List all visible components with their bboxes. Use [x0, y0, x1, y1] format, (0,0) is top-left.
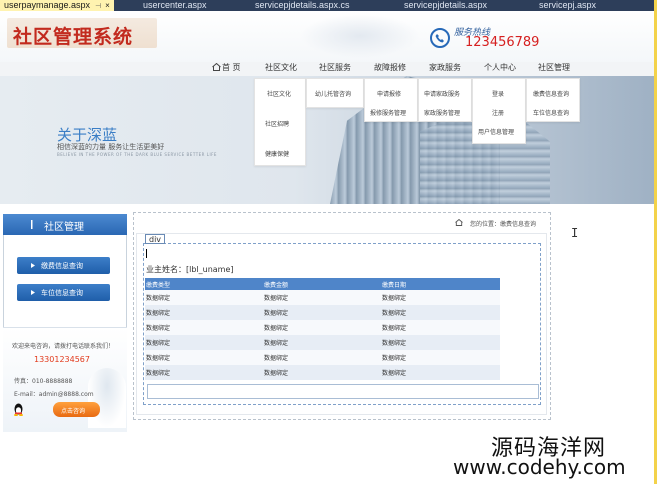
- text-caret: [146, 249, 147, 258]
- table-row: 数据绑定 数据绑定 数据绑定: [145, 305, 500, 320]
- dropdown-item[interactable]: 用户信息管理: [478, 127, 514, 136]
- ibeam-cursor-icon: I: [571, 226, 579, 240]
- editor-tab-label: servicepj.aspx: [539, 0, 597, 10]
- editor-tab-label: usercenter.aspx: [143, 0, 207, 10]
- banner-tagline: BELIEVE IN THE POWER OF THE DARK BLUE SE…: [57, 152, 217, 157]
- pin-icon[interactable]: ⊣: [95, 3, 101, 10]
- logo-text: 社区管理系统: [13, 26, 134, 48]
- editor-tab-servicepjdetails[interactable]: servicepjdetails.aspx: [400, 0, 491, 11]
- dropdown-item[interactable]: 社区招聘: [265, 119, 289, 128]
- editor-tab-servicepjdetails-cs[interactable]: servicepjdetails.aspx.cs: [251, 0, 354, 11]
- owner-name-label: 业主姓名：[lbl_uname]: [146, 265, 234, 274]
- table-row: 数据绑定 数据绑定 数据绑定: [145, 350, 500, 365]
- home-icon[interactable]: [212, 63, 221, 71]
- dropdown-item[interactable]: 车位信息查询: [533, 108, 569, 117]
- table-cell: 数据绑定: [381, 320, 500, 335]
- qq-icon[interactable]: [13, 403, 24, 416]
- dropdown-item[interactable]: 社区文化: [267, 89, 291, 98]
- table-row: 数据绑定 数据绑定 数据绑定: [145, 320, 500, 335]
- dropdown-item[interactable]: 申请报修: [377, 89, 401, 98]
- table-cell: 数据绑定: [145, 350, 263, 365]
- table-cell: 数据绑定: [145, 305, 263, 320]
- table-cell: 数据绑定: [381, 350, 500, 365]
- table-cell: 数据绑定: [145, 320, 263, 335]
- table-cell: 数据绑定: [263, 320, 381, 335]
- world-map-decoration: [300, 14, 420, 58]
- arrow-right-icon: [31, 263, 35, 268]
- breadcrumb: 您的位置：缴费信息查询: [470, 221, 537, 228]
- table-row: 数据绑定 数据绑定 数据绑定: [145, 290, 500, 305]
- close-icon[interactable]: ×: [105, 1, 110, 10]
- dropdown-item[interactable]: 缴费信息查询: [533, 89, 569, 98]
- editor-tab-servicepj[interactable]: servicepj.aspx: [535, 0, 600, 11]
- editor-tab-userpaymanage[interactable]: userpaymanage.aspx ⊣ ×: [0, 0, 114, 11]
- phone-icon: [430, 28, 450, 48]
- editor-tab-label: servicepjdetails.aspx: [404, 0, 488, 10]
- dropdown-item[interactable]: 健康保健: [265, 149, 289, 158]
- dropdown-item[interactable]: 家政服务管理: [424, 108, 460, 117]
- nav-community-service[interactable]: 社区服务: [319, 62, 351, 76]
- hotline-number: 123456789: [465, 35, 540, 50]
- dropdown-item[interactable]: 幼儿托管咨询: [315, 89, 351, 98]
- column-header: 缴费类型: [145, 278, 263, 290]
- arrow-right-icon: [31, 290, 35, 295]
- table-row: 数据绑定 数据绑定 数据绑定: [145, 365, 500, 380]
- editor-tab-label: userpaymanage.aspx: [4, 0, 91, 10]
- bar-icon: [31, 220, 33, 229]
- dropdown-item[interactable]: 申请家政服务: [424, 89, 460, 98]
- nav-community-culture[interactable]: 社区文化: [265, 62, 297, 76]
- banner-subtitle: 相信深蓝的力量 服务让生活更美好: [57, 143, 165, 151]
- logo[interactable]: 社区管理系统: [7, 18, 157, 48]
- nav-community-management[interactable]: 社区管理: [538, 62, 570, 76]
- sidebar-button-label: 缴费信息查询: [41, 262, 83, 270]
- sidebar-button-label: 车位信息查询: [41, 289, 83, 297]
- table-cell: 数据绑定: [263, 290, 381, 305]
- table-cell: 数据绑定: [263, 365, 381, 380]
- table-row: 数据绑定 数据绑定 数据绑定: [145, 335, 500, 350]
- nav-housekeeping[interactable]: 家政服务: [429, 62, 461, 76]
- table-cell: 数据绑定: [145, 335, 263, 350]
- payment-table: 缴费类型 缴费金额 缴费日期 数据绑定 数据绑定 数据绑定 数据绑定 数据绑定 …: [145, 278, 500, 380]
- consult-button-label: 点击咨询: [61, 408, 86, 415]
- table-cell: 数据绑定: [263, 350, 381, 365]
- table-cell: 数据绑定: [263, 305, 381, 320]
- nav-home[interactable]: 首 页: [222, 62, 241, 76]
- column-header: 缴费日期: [381, 278, 500, 290]
- table-cell: 数据绑定: [381, 290, 500, 305]
- customer-service-image: [88, 368, 126, 428]
- nav-user-center[interactable]: 个人中心: [484, 62, 516, 76]
- contact-phone: 13301234567: [34, 355, 90, 364]
- dropdown-item[interactable]: 报修服务管理: [370, 108, 406, 117]
- contact-fax: 传真：010-8888888: [14, 378, 73, 385]
- sidebar-title: 社区管理: [44, 222, 84, 233]
- contact-email: E-mail：admin@8888.com: [14, 391, 94, 398]
- table-cell: 数据绑定: [381, 365, 500, 380]
- watermark-url: www.codehy.com: [453, 455, 626, 479]
- dropdown-item[interactable]: 登录: [492, 89, 504, 98]
- column-header: 缴费金额: [263, 278, 381, 290]
- contact-invite: 欢迎来电咨询，请拨打电话联系我们！: [12, 343, 115, 350]
- home-icon[interactable]: [455, 219, 463, 226]
- pager-placeholder[interactable]: [147, 384, 539, 399]
- table-cell: 数据绑定: [145, 290, 263, 305]
- dropdown-item[interactable]: 注册: [492, 108, 504, 117]
- div-tag-label[interactable]: div: [145, 234, 166, 244]
- nav-repair[interactable]: 故障报修: [374, 62, 406, 76]
- editor-tab-label: servicepjdetails.aspx.cs: [255, 0, 350, 10]
- table-cell: 数据绑定: [381, 335, 500, 350]
- editor-tab-usercenter[interactable]: usercenter.aspx: [139, 0, 211, 11]
- table-cell: 数据绑定: [263, 335, 381, 350]
- table-cell: 数据绑定: [145, 365, 263, 380]
- table-header-row: 缴费类型 缴费金额 缴费日期: [145, 278, 500, 290]
- table-cell: 数据绑定: [381, 305, 500, 320]
